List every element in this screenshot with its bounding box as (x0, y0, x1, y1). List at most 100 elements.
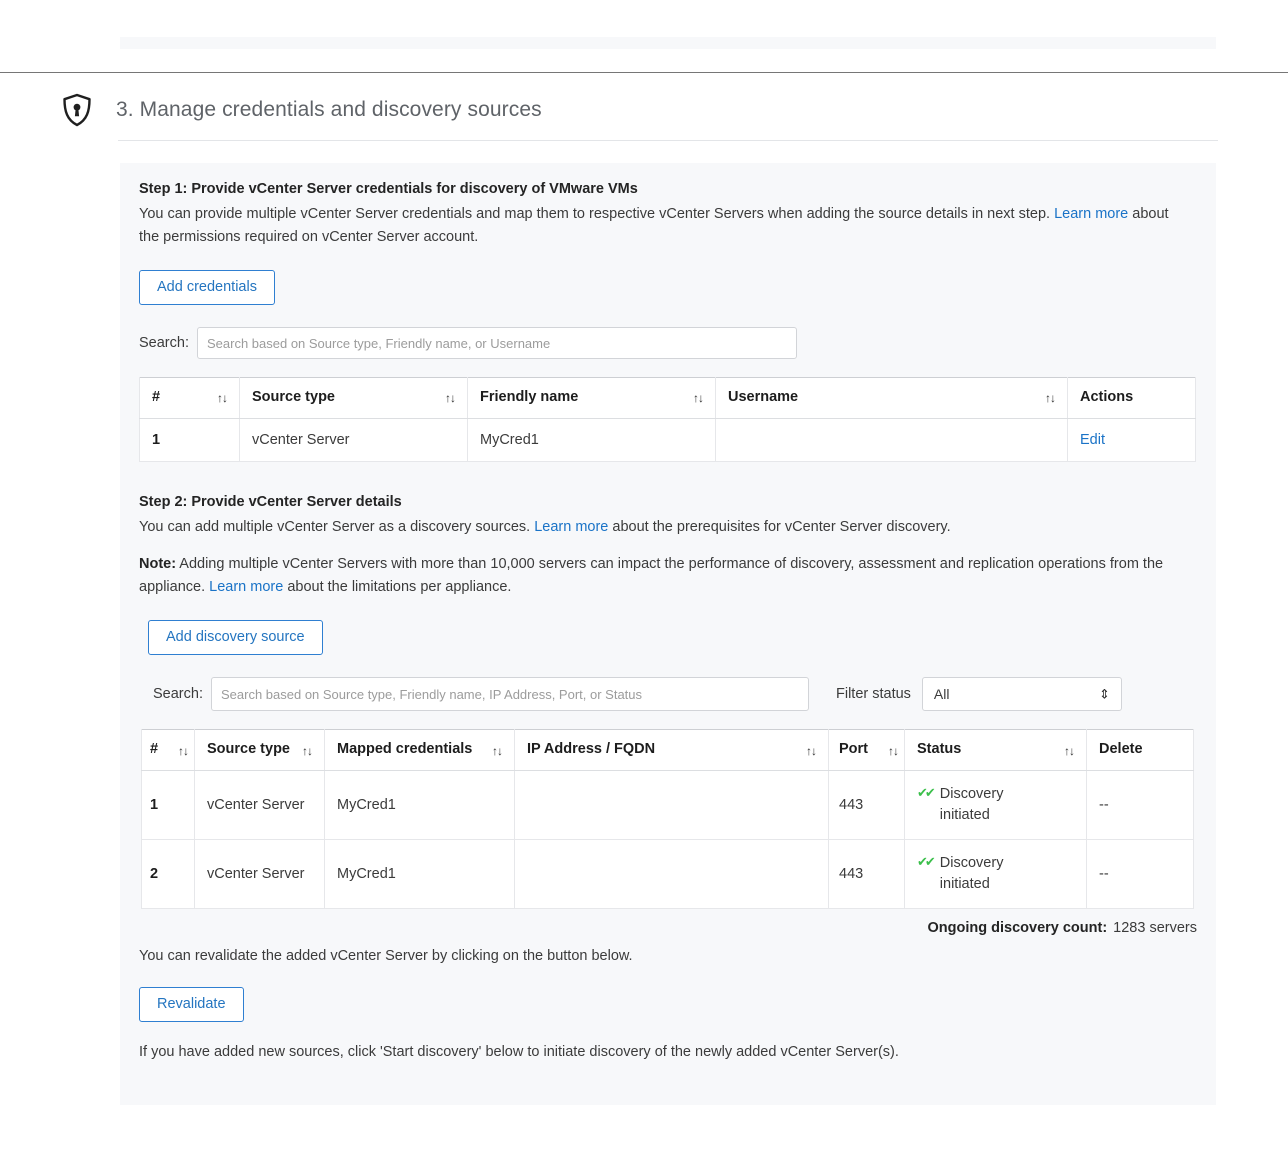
edit-credential-link[interactable]: Edit (1080, 432, 1105, 448)
section-header: 3. Manage credentials and discovery sour… (0, 85, 1288, 135)
column-header-friendly-name[interactable]: Friendly name ↑↓ (468, 378, 716, 419)
step1-title: Step 1: Provide vCenter Server credentia… (139, 179, 1197, 201)
table-row: 1 vCenter Server MyCred1 Edit (140, 418, 1196, 461)
cell-mapped-credentials: MyCred1 (325, 771, 515, 840)
section-top-divider (0, 72, 1288, 73)
column-label-source-type: Source type (207, 740, 290, 759)
discovery-search-input[interactable] (211, 677, 809, 711)
column-label-friendly-name: Friendly name (480, 388, 578, 407)
column-label-actions: Actions (1080, 388, 1133, 407)
sort-icon-mapped-credentials[interactable]: ↑↓ (492, 744, 502, 759)
step2-section: Step 2: Provide vCenter Server details Y… (139, 492, 1197, 1065)
step2-description: You can add multiple vCenter Server as a… (139, 516, 1185, 539)
shield-keyhole-icon (62, 93, 92, 127)
cell-source-type: vCenter Server (195, 771, 325, 840)
credentials-table-header-row: # ↑↓ Source type ↑↓ Frie (140, 378, 1196, 419)
cell-port: 443 (829, 840, 905, 909)
add-credentials-button[interactable]: Add credentials (139, 270, 275, 306)
revalidate-description: You can revalidate the added vCenter Ser… (139, 945, 1185, 968)
note-label: Note: (139, 556, 176, 572)
add-discovery-source-button[interactable]: Add discovery source (148, 620, 323, 656)
discovery-sources-table: # ↑↓ Source type ↑↓ Mapp (141, 729, 1194, 909)
table-row: 2 vCenter Server MyCred1 443 ✔✔ Discover… (142, 840, 1194, 909)
filter-status-value: All (934, 686, 950, 702)
sort-icon-source-type[interactable]: ↑↓ (445, 391, 455, 406)
credentials-table: # ↑↓ Source type ↑↓ Frie (139, 377, 1196, 462)
column-label-status: Status (917, 740, 961, 759)
credentials-search-input[interactable] (197, 327, 797, 359)
discovery-search-row: Search: Filter status All ⇕ (139, 677, 1197, 711)
credentials-search-label: Search: (139, 335, 189, 351)
column-header-index[interactable]: # ↑↓ (140, 378, 240, 419)
column-header-mapped-credentials[interactable]: Mapped credentials ↑↓ (325, 730, 515, 771)
column-label-delete: Delete (1099, 740, 1143, 759)
column-label-username: Username (728, 388, 798, 407)
cell-status: ✔✔ Discovery initiated (905, 840, 1087, 909)
column-header-username[interactable]: Username ↑↓ (716, 378, 1068, 419)
ongoing-discovery-count: Ongoing discovery count: 1283 servers (139, 920, 1197, 936)
column-label-source-type: Source type (252, 388, 335, 407)
cell-source-type: vCenter Server (195, 840, 325, 909)
column-header-index[interactable]: # ↑↓ (142, 730, 195, 771)
column-header-source-type[interactable]: Source type ↑↓ (195, 730, 325, 771)
start-discovery-footer-text: If you have added new sources, click 'St… (139, 1041, 1185, 1064)
step2-title: Step 2: Provide vCenter Server details (139, 492, 1197, 514)
filter-status-label: Filter status (836, 686, 911, 702)
header-bottom-divider (118, 140, 1218, 141)
revalidate-button[interactable]: Revalidate (139, 987, 244, 1023)
note-learn-more-link[interactable]: Learn more (209, 579, 283, 595)
step1-desc-text-1: You can provide multiple vCenter Server … (139, 206, 1054, 222)
column-label-port: Port (839, 740, 868, 759)
page-title: 3. Manage credentials and discovery sour… (116, 98, 542, 122)
filter-status-select[interactable]: All (922, 677, 1122, 711)
column-header-source-type[interactable]: Source type ↑↓ (240, 378, 468, 419)
double-check-icon: ✔✔ (917, 784, 933, 803)
cell-delete: -- (1087, 771, 1194, 840)
table-row: 1 vCenter Server MyCred1 443 ✔✔ Discover… (142, 771, 1194, 840)
step1-description: You can provide multiple vCenter Server … (139, 203, 1185, 250)
note-text-2: about the limitations per appliance. (283, 579, 511, 595)
column-header-delete: Delete (1087, 730, 1194, 771)
cell-mapped-credentials: MyCred1 (325, 840, 515, 909)
cell-status: ✔✔ Discovery initiated (905, 771, 1087, 840)
filter-status-select-wrap: All ⇕ (922, 677, 1122, 711)
cell-index: 1 (140, 418, 240, 461)
cell-index: 2 (142, 840, 195, 909)
column-header-status[interactable]: Status ↑↓ (905, 730, 1087, 771)
column-header-port[interactable]: Port ↑↓ (829, 730, 905, 771)
sort-icon-index[interactable]: ↑↓ (178, 744, 188, 759)
ongoing-count-label: Ongoing discovery count: (928, 920, 1108, 936)
cell-ip-fqdn (515, 840, 829, 909)
column-header-actions: Actions (1068, 378, 1196, 419)
step1-learn-more-link[interactable]: Learn more (1054, 206, 1128, 222)
discovery-table-header-row: # ↑↓ Source type ↑↓ Mapp (142, 730, 1194, 771)
cell-actions: Edit (1068, 418, 1196, 461)
cell-port: 443 (829, 771, 905, 840)
sort-icon-status[interactable]: ↑↓ (1064, 744, 1074, 759)
sort-icon-source-type[interactable]: ↑↓ (302, 744, 312, 759)
cell-delete: -- (1087, 840, 1194, 909)
cell-ip-fqdn (515, 771, 829, 840)
cell-index: 1 (142, 771, 195, 840)
cell-friendly-name: MyCred1 (468, 418, 716, 461)
sort-icon-port[interactable]: ↑↓ (888, 744, 898, 759)
status-badge: Discovery initiated (940, 784, 1022, 826)
column-label-index: # (152, 388, 160, 407)
sort-icon-username[interactable]: ↑↓ (1045, 391, 1055, 406)
column-label-mapped-credentials: Mapped credentials (337, 740, 472, 759)
sort-icon-friendly-name[interactable]: ↑↓ (693, 391, 703, 406)
sort-icon-index[interactable]: ↑↓ (217, 391, 227, 406)
ongoing-count-value: 1283 servers (1113, 920, 1197, 936)
discovery-search-label: Search: (153, 686, 203, 702)
panel-content: Step 1: Provide vCenter Server credentia… (139, 179, 1197, 1065)
column-header-ip-fqdn[interactable]: IP Address / FQDN ↑↓ (515, 730, 829, 771)
sort-icon-ip-fqdn[interactable]: ↑↓ (806, 744, 816, 759)
step2-note: Note: Adding multiple vCenter Servers wi… (139, 553, 1185, 600)
step2-desc-text-2: about the prerequisites for vCenter Serv… (608, 519, 950, 535)
double-check-icon: ✔✔ (917, 853, 933, 872)
step2-desc-text-1: You can add multiple vCenter Server as a… (139, 519, 534, 535)
column-label-ip-fqdn: IP Address / FQDN (527, 740, 655, 759)
step2-learn-more-link[interactable]: Learn more (534, 519, 608, 535)
credentials-search-row: Search: (139, 327, 1197, 359)
cell-username (716, 418, 1068, 461)
